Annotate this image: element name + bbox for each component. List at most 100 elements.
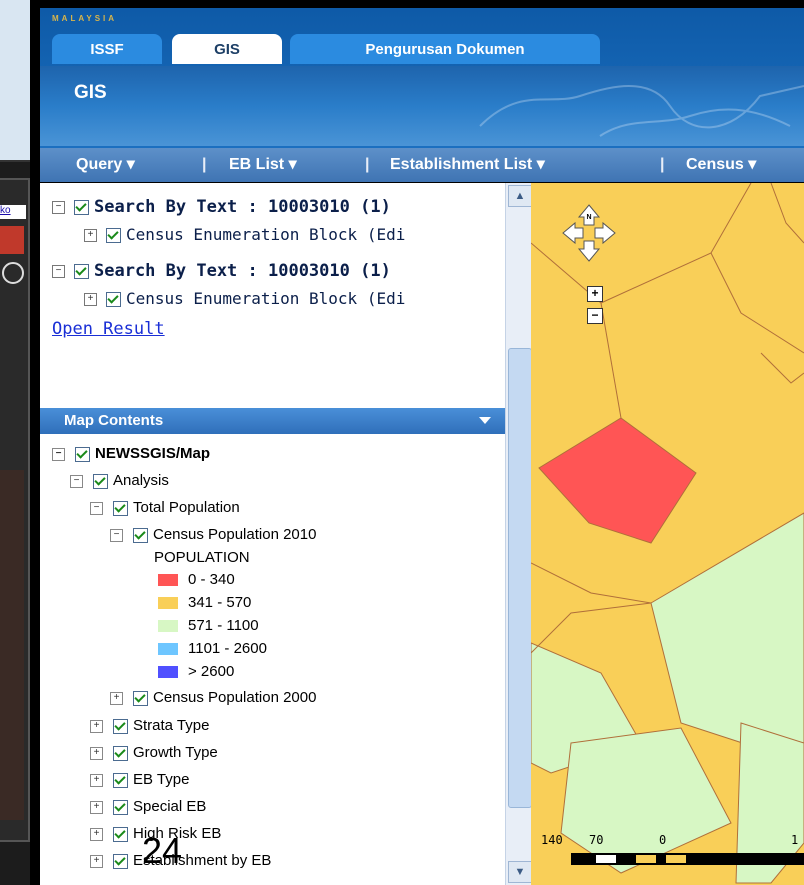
menu-eb-list[interactable]: EB List ▾	[229, 148, 297, 182]
tree-node-analysis[interactable]: − Analysis	[70, 472, 169, 489]
menu-query[interactable]: Query ▾	[76, 148, 135, 182]
checkbox-checked-icon[interactable]	[113, 745, 128, 761]
checkbox-checked-icon[interactable]	[113, 718, 128, 734]
result-title: Search By Text : 10003010 (1)	[94, 261, 391, 281]
collapse-icon[interactable]: −	[52, 447, 65, 461]
menu-establishment-list[interactable]: Establishment List ▾	[390, 148, 545, 182]
collapse-icon[interactable]: −	[70, 474, 83, 488]
tree-node-strata-type[interactable]: + Strata Type	[90, 717, 209, 734]
legend-swatch	[158, 574, 178, 587]
checkbox-checked-icon[interactable]	[74, 200, 89, 216]
checkbox-checked-icon[interactable]	[113, 826, 128, 842]
result-item-label: Census Enumeration Block (Edi	[126, 225, 406, 244]
map-contents-header[interactable]: Map Contents	[40, 408, 505, 434]
checkbox-checked-icon[interactable]	[133, 690, 148, 706]
tree-node-label: Census Population 2000	[153, 689, 317, 706]
tree-node-label: Analysis	[113, 472, 169, 489]
checkbox-checked-icon[interactable]	[93, 473, 108, 489]
collapse-arrow-icon[interactable]	[479, 417, 491, 424]
expand-icon[interactable]: +	[84, 229, 97, 243]
scale-bar-segment	[666, 855, 686, 863]
expand-icon[interactable]: +	[90, 800, 103, 814]
checkbox-checked-icon[interactable]	[74, 264, 89, 280]
legend-label: 341 - 570	[188, 594, 252, 611]
open-result-link[interactable]: Open Result	[52, 319, 165, 339]
background-thumbnail	[0, 226, 24, 254]
menu-census[interactable]: Census ▾	[686, 148, 756, 182]
menu-separator: |	[660, 156, 665, 173]
legend-label: > 2600	[188, 663, 235, 680]
collapse-icon[interactable]: −	[110, 528, 123, 542]
background-ring-icon	[2, 262, 24, 284]
tab-gis[interactable]: GIS	[172, 34, 282, 64]
scale-label: 0	[659, 833, 667, 847]
collapse-icon[interactable]: −	[90, 501, 103, 515]
left-panel-scrollbar[interactable]: ▲ ▼	[505, 183, 532, 885]
checkbox-checked-icon[interactable]	[113, 853, 128, 869]
menu-bar: Query ▾ | EB List ▾ | Establishment List…	[40, 148, 804, 182]
expand-icon[interactable]: +	[90, 827, 103, 841]
tree-node-label: Strata Type	[133, 717, 210, 734]
zoom-out-button[interactable]: −	[587, 308, 603, 324]
menu-separator: |	[202, 156, 207, 173]
scroll-up-icon[interactable]: ▲	[508, 185, 532, 207]
checkbox-checked-icon[interactable]	[133, 527, 148, 543]
legend-item: 0 - 340	[158, 571, 235, 588]
title-banner: GIS	[40, 66, 804, 146]
legend-item: > 2600	[158, 663, 234, 680]
checkbox-checked-icon[interactable]	[113, 772, 128, 788]
legend-label: 1101 - 2600	[188, 640, 267, 657]
scale-bar: 140 70 0 1	[541, 833, 804, 869]
result-group[interactable]: − Search By Text : 10003010 (1)	[52, 261, 391, 281]
legend-item: 1101 - 2600	[158, 640, 267, 657]
zoom-in-button[interactable]: +	[587, 286, 603, 302]
tree-node-growth-type[interactable]: + Growth Type	[90, 744, 218, 761]
tree-node-census-2000[interactable]: + Census Population 2000	[110, 689, 316, 706]
result-group[interactable]: − Search By Text : 10003010 (1)	[52, 197, 391, 217]
checkbox-checked-icon[interactable]	[106, 228, 121, 244]
expand-icon[interactable]: +	[90, 719, 103, 733]
scale-bar-segment	[636, 855, 656, 863]
expand-icon[interactable]: +	[90, 773, 103, 787]
scroll-down-icon[interactable]: ▼	[508, 861, 532, 883]
tree-node-total-population[interactable]: − Total Population	[90, 499, 240, 516]
checkbox-checked-icon[interactable]	[75, 446, 90, 462]
tree-node-eb-type[interactable]: + EB Type	[90, 771, 189, 788]
banner-map-decoration	[479, 85, 804, 137]
background-link[interactable]: ko	[0, 205, 26, 219]
result-title: Search By Text : 10003010 (1)	[94, 197, 391, 217]
checkbox-checked-icon[interactable]	[113, 799, 128, 815]
scale-label: 70	[589, 833, 604, 847]
collapse-icon[interactable]: −	[52, 201, 65, 215]
left-panel: − Search By Text : 10003010 (1) + Census E…	[40, 183, 505, 885]
legend-label: 571 - 1100	[188, 617, 259, 634]
scale-bar-segment	[596, 855, 616, 863]
map-contents-title: Map Contents	[64, 412, 164, 429]
background-window-panel	[0, 0, 32, 162]
expand-icon[interactable]: +	[90, 854, 103, 868]
expand-icon[interactable]: +	[90, 746, 103, 760]
north-label: N	[586, 214, 591, 221]
tab-issf[interactable]: ISSF	[52, 34, 162, 64]
result-item[interactable]: + Census Enumeration Block (Edi	[84, 289, 405, 309]
checkbox-checked-icon[interactable]	[106, 292, 121, 308]
legend-swatch	[158, 643, 178, 656]
checkbox-checked-icon[interactable]	[113, 500, 128, 516]
tree-node-label: Census Population 2010	[153, 526, 317, 543]
tab-pengurusan-dokumen[interactable]: Pengurusan Dokumen	[290, 34, 600, 64]
expand-icon[interactable]: +	[110, 691, 123, 705]
map-canvas[interactable]	[531, 183, 804, 885]
expand-icon[interactable]: +	[84, 293, 97, 307]
legend-swatch	[158, 666, 178, 679]
tree-node-special-eb[interactable]: + Special EB	[90, 798, 206, 815]
collapse-icon[interactable]: −	[52, 265, 65, 279]
map-view[interactable]: N + − 140 70 0 1	[531, 183, 804, 885]
tree-node-label: Special EB	[133, 798, 207, 815]
tree-node-census-2010[interactable]: − Census Population 2010	[110, 526, 316, 543]
page-title: GIS	[74, 82, 107, 103]
pan-control-icon[interactable]: N	[561, 203, 617, 263]
tree-node-root[interactable]: − NEWSSGIS/Map	[52, 445, 210, 462]
legend-title: POPULATION	[154, 549, 250, 566]
result-item[interactable]: + Census Enumeration Block (Edi	[84, 225, 405, 245]
scroll-thumb[interactable]	[508, 348, 532, 808]
